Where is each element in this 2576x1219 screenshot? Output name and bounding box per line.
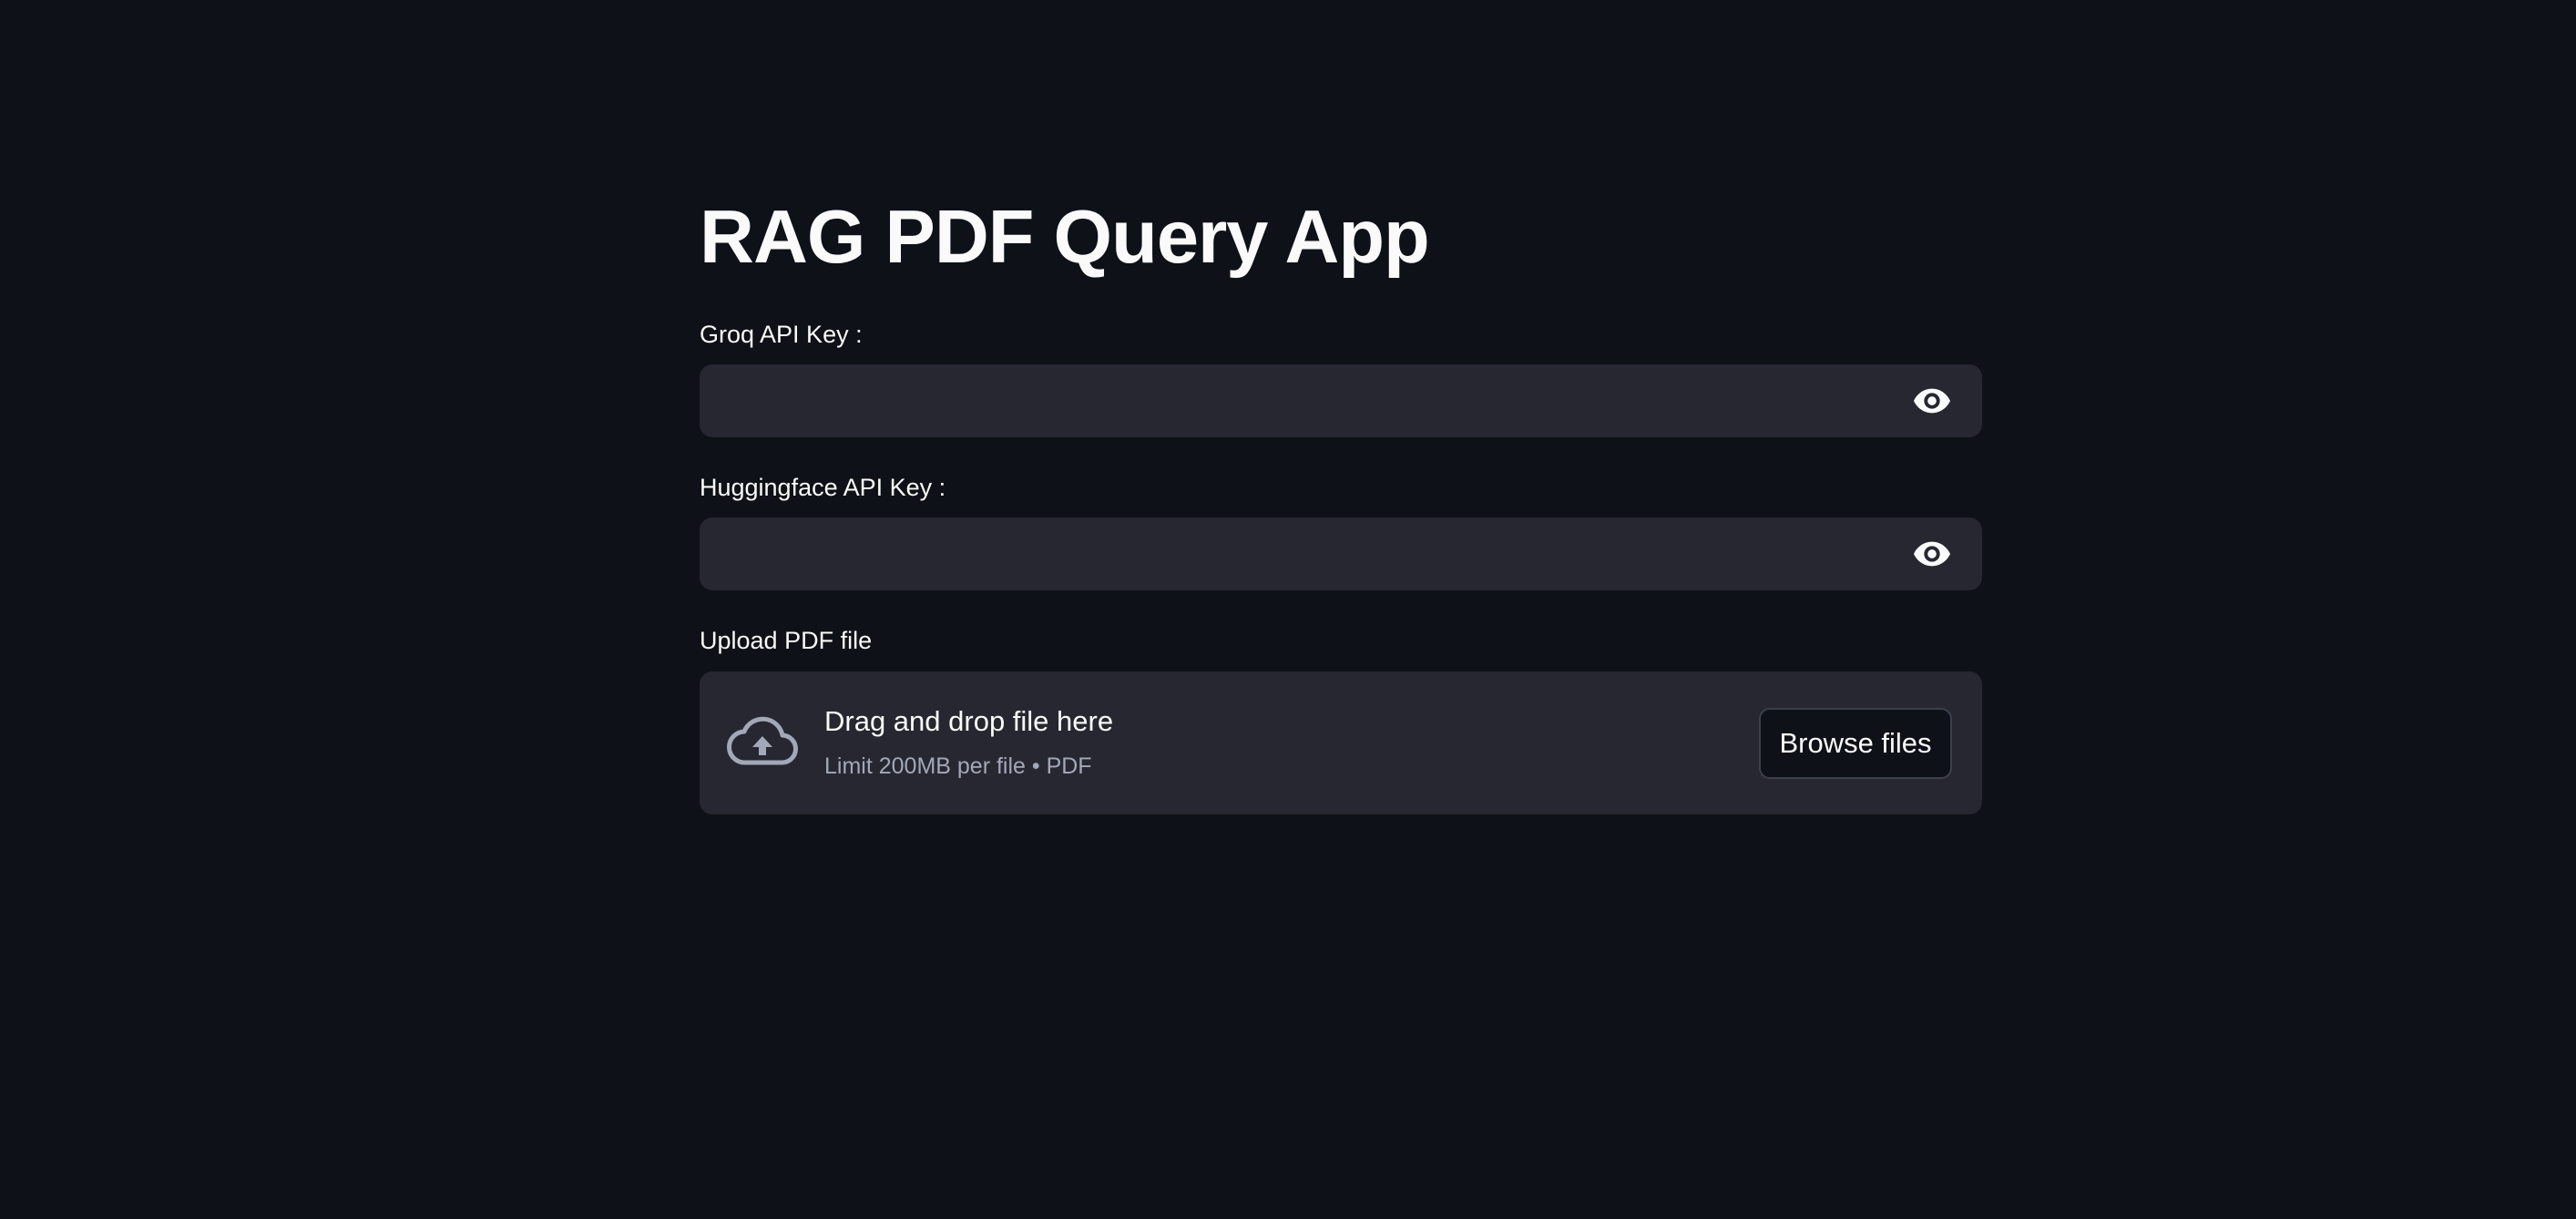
groq-api-key-input[interactable] — [700, 364, 1884, 437]
cloud-upload-icon — [727, 713, 798, 770]
huggingface-api-key-field — [700, 517, 1982, 590]
groq-api-key-field — [700, 364, 1982, 437]
page-title: RAG PDF Query App — [700, 194, 1430, 279]
dropzone-instructions: Drag and drop file here — [824, 705, 1114, 737]
browse-files-button[interactable]: Browse files — [1759, 708, 1952, 779]
huggingface-api-key-label: Huggingface API Key : — [700, 474, 946, 501]
upload-pdf-label: Upload PDF file — [700, 627, 873, 654]
eye-icon[interactable] — [1913, 383, 1951, 419]
file-dropzone[interactable]: Drag and drop file here Limit 200MB per … — [700, 671, 1982, 814]
eye-icon[interactable] — [1913, 536, 1951, 572]
file-limit-text: Limit 200MB per file • PDF — [824, 753, 1092, 779]
huggingface-api-key-input[interactable] — [700, 517, 1884, 590]
groq-api-key-label: Groq API Key : — [700, 321, 863, 348]
